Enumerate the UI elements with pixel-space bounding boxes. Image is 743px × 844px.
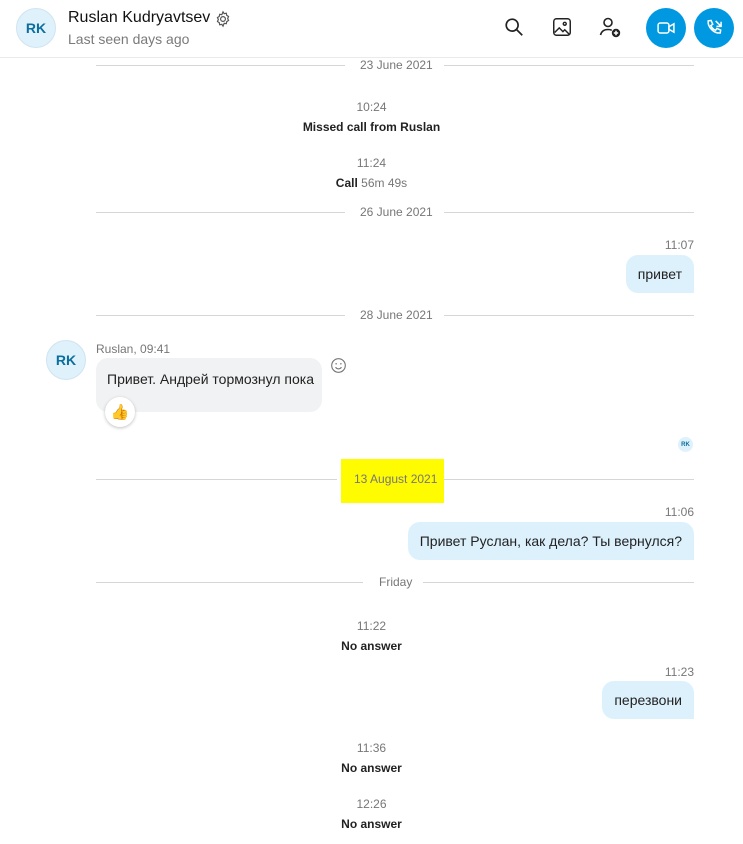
separator-line [96, 212, 345, 213]
date-label: 13 August 2021 [354, 472, 438, 486]
add-participant-button[interactable] [592, 9, 628, 45]
date-label: Friday [379, 575, 413, 589]
date-label: 23 June 2021 [360, 58, 433, 72]
event-time: 11:36 [356, 741, 387, 755]
contact-name[interactable]: Ruslan Kudryavtsev [68, 9, 210, 27]
date-separator: 26 June 2021 [96, 203, 694, 223]
video-call-icon [657, 22, 675, 34]
call-duration: 56m 49s [361, 176, 408, 190]
sender-avatar[interactable]: RK [46, 340, 86, 380]
date-separator: 28 June 2021 [96, 306, 694, 326]
separator-line [96, 582, 363, 583]
message-time: 11:06 [664, 505, 694, 519]
gallery-icon [553, 18, 571, 36]
separator-line [96, 315, 345, 316]
missed-call-text: Missed call from Ruslan [302, 120, 441, 134]
contact-avatar[interactable]: RK [16, 8, 56, 48]
video-call-button[interactable] [646, 8, 686, 48]
thumbs-up-reaction[interactable]: 👍 [105, 397, 135, 427]
separator-line [96, 65, 345, 66]
sender-name-time: Ruslan, 09:41 [96, 342, 171, 356]
date-label: 26 June 2021 [360, 205, 433, 219]
chat-header: RK Ruslan Kudryavtsev Last seen days ago [0, 0, 743, 58]
separator-line [444, 479, 694, 480]
date-separator: Friday [96, 573, 694, 593]
separator-line [444, 212, 694, 213]
date-separator: 23 June 2021 [96, 56, 694, 76]
event-time: 10:24 [356, 100, 387, 114]
missed-call-event: Missed call from Ruslan [0, 120, 743, 134]
add-person-icon [599, 17, 621, 38]
separator-line [423, 582, 694, 583]
no-answer-event: No answer [0, 817, 743, 831]
phone-call-icon [707, 19, 722, 34]
search-button[interactable] [496, 9, 532, 45]
no-answer-text: No answer [341, 639, 402, 653]
outgoing-message[interactable]: привет [625, 255, 694, 293]
no-answer-event: No answer [0, 761, 743, 775]
call-label: Call [335, 176, 358, 190]
outgoing-message[interactable]: перезвони [602, 681, 694, 719]
date-label: 28 June 2021 [360, 308, 433, 322]
event-time: 12:26 [356, 797, 387, 811]
search-icon [505, 18, 523, 36]
event-time: 11:24 [356, 156, 387, 170]
separator-line [444, 315, 694, 316]
audio-call-button[interactable] [694, 8, 734, 48]
message-time: 11:07 [664, 238, 694, 252]
date-separator: 13 August 2021 [96, 470, 694, 490]
outgoing-message[interactable]: Привет Руслан, как дела? Ты вернулся? [407, 522, 694, 560]
no-answer-text: No answer [341, 761, 402, 775]
no-answer-event: No answer [0, 639, 743, 653]
last-seen-status: Last seen days ago [68, 31, 190, 47]
call-event: Call 56m 49s [0, 176, 743, 190]
gallery-button[interactable] [544, 9, 580, 45]
event-time: 11:22 [356, 619, 387, 633]
emoji-reaction-icon[interactable] [330, 357, 347, 374]
message-time: 11:23 [664, 665, 694, 679]
incoming-message-text: Привет. Андрей тормознул пока [107, 371, 314, 387]
separator-line [444, 65, 694, 66]
separator-line [96, 479, 337, 480]
read-receipt-avatar: RK [678, 437, 693, 452]
no-answer-text: No answer [341, 817, 402, 831]
gear-icon[interactable] [214, 10, 232, 28]
